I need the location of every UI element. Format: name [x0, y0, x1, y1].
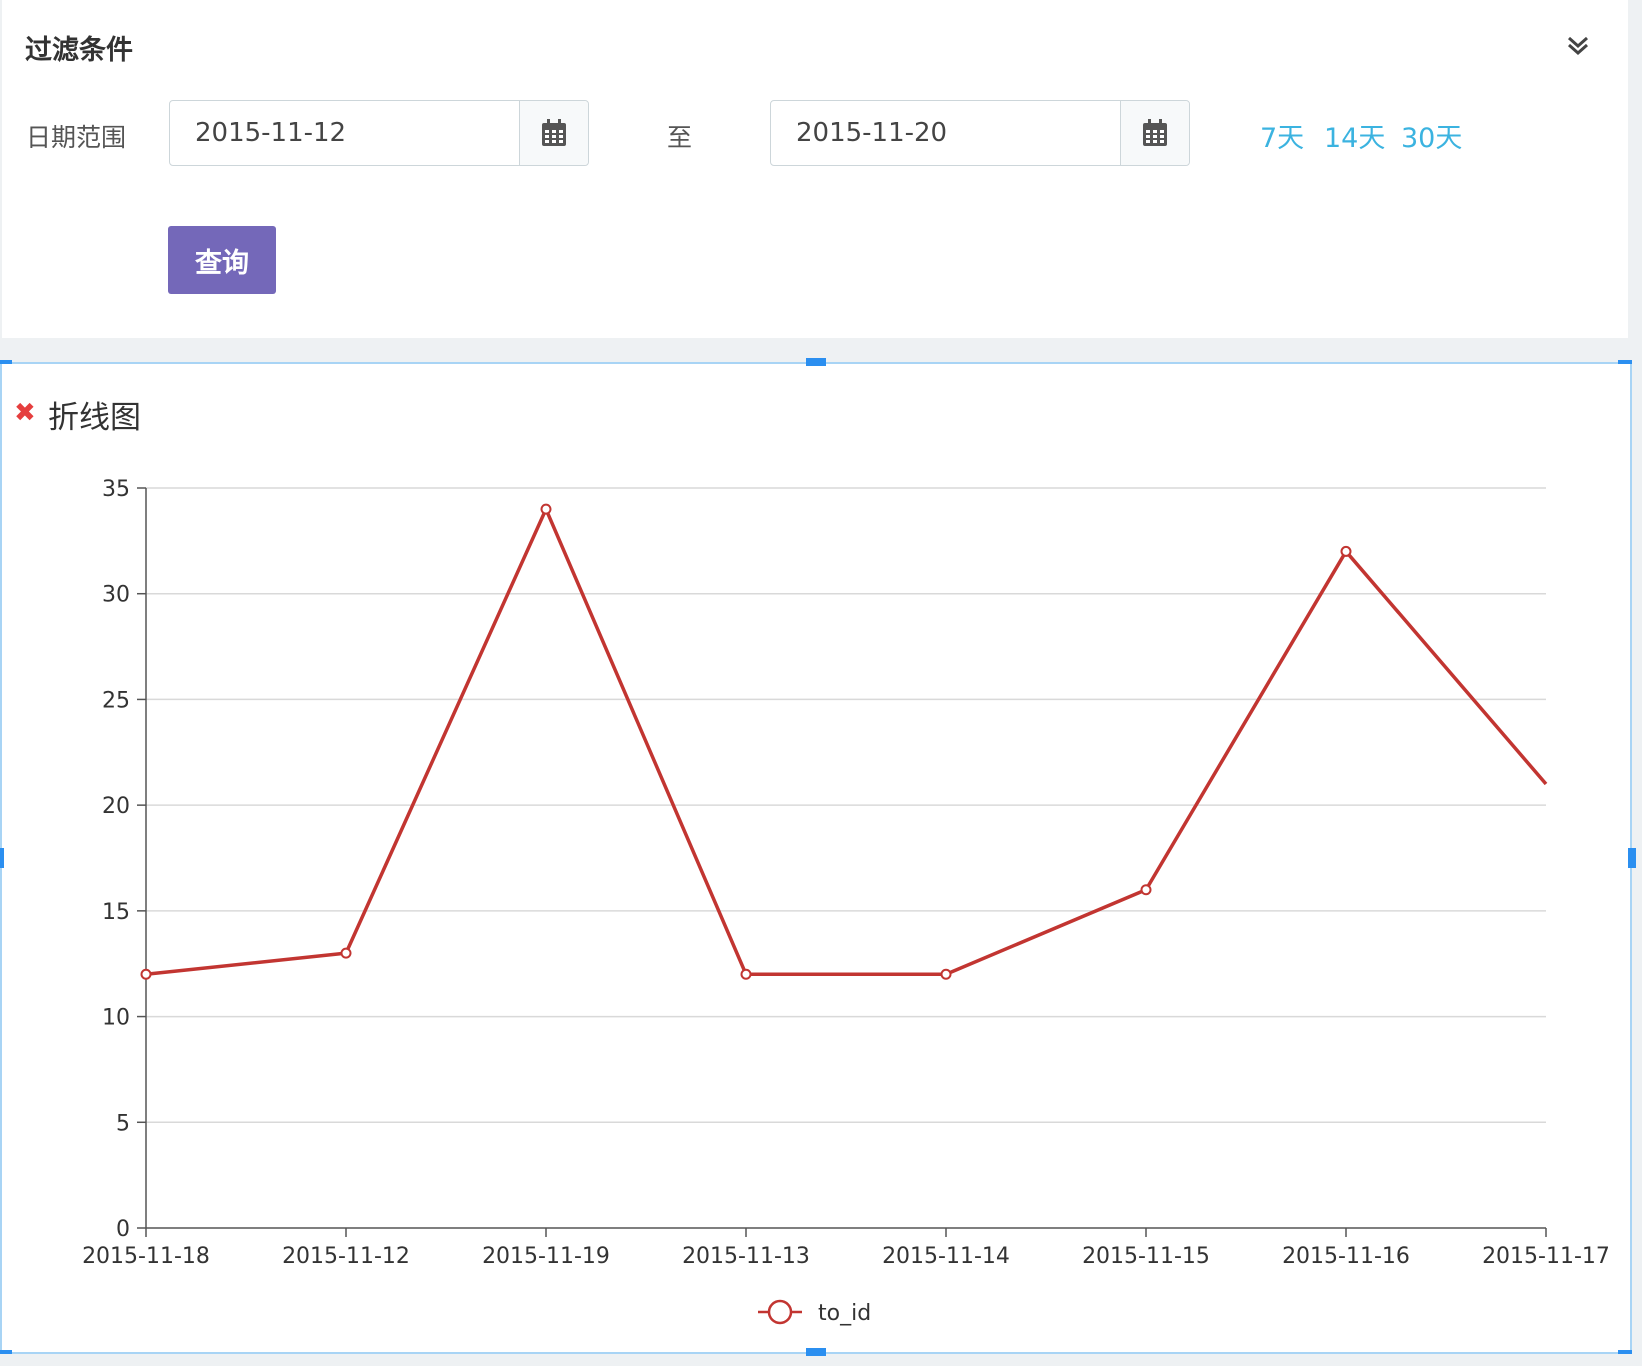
data-point [940, 968, 952, 980]
y-tick-label: 0 [116, 1217, 130, 1242]
x-tick-label: 2015-11-12 [282, 1244, 410, 1269]
x-tick-label: 2015-11-17 [1482, 1244, 1610, 1269]
double-chevron-down-icon[interactable] [1565, 32, 1591, 58]
start-date-picker [169, 100, 589, 166]
data-point [1140, 884, 1152, 896]
calendar-icon [542, 119, 566, 146]
quick-range-7-days[interactable]: 7天 [1260, 116, 1304, 155]
x-tick-label: 2015-11-19 [482, 1244, 610, 1269]
x-tick-label: 2015-11-16 [1282, 1244, 1410, 1269]
y-tick-label: 20 [102, 794, 130, 819]
date-range-label: 日期范围 [26, 123, 127, 152]
to-label: 至 [667, 123, 693, 152]
y-tick-label: 10 [102, 1006, 130, 1031]
x-tick-label: 2015-11-14 [882, 1244, 1010, 1269]
legend-marker [767, 1299, 793, 1325]
data-point [740, 968, 752, 980]
data-point [140, 968, 152, 980]
y-tick-label: 5 [116, 1111, 130, 1136]
legend-label: to_id [818, 1301, 871, 1326]
quick-range-30-days[interactable]: 30天 [1401, 116, 1462, 155]
start-date-calendar-button[interactable] [519, 101, 588, 165]
y-tick-label: 30 [102, 583, 130, 608]
y-tick-label: 15 [102, 900, 130, 925]
start-date-input[interactable] [170, 101, 519, 165]
data-point [1340, 545, 1352, 557]
calendar-icon [1143, 119, 1167, 146]
filter-title: 过滤条件 [25, 35, 133, 66]
series-line-to_id [145, 507, 1548, 977]
y-tick-label: 25 [102, 688, 130, 713]
end-date-picker [770, 100, 1190, 166]
x-tick-label: 2015-11-15 [1082, 1244, 1210, 1269]
line-chart: 0 5 10 15 20 25 30 35 2015-11-18 2015-11-12 2015-1… [82, 477, 1610, 1326]
y-tick-label: 35 [102, 477, 130, 502]
quick-range-14-days[interactable]: 14天 [1324, 116, 1385, 155]
data-point [540, 503, 552, 515]
query-button[interactable]: 查询 [168, 226, 276, 294]
x-tick-label: 2015-11-18 [82, 1244, 210, 1269]
data-point [340, 947, 352, 959]
filter-panel: 过滤条件 日期范围 至 [2, 0, 1628, 338]
x-tick-label: 2015-11-13 [682, 1244, 810, 1269]
end-date-calendar-button[interactable] [1120, 101, 1189, 165]
end-date-input[interactable] [771, 101, 1120, 165]
